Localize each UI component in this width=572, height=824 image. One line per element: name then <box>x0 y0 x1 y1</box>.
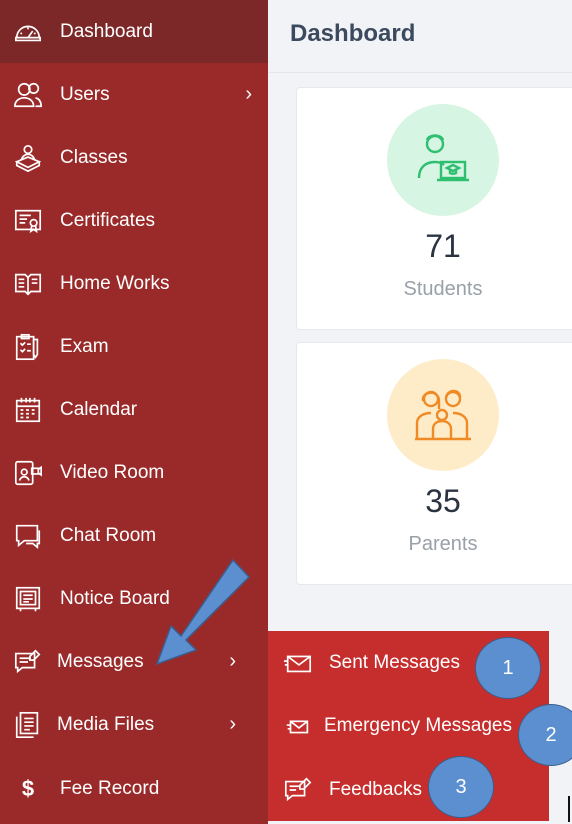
sidebar-item-home-works[interactable]: Home Works <box>0 252 268 315</box>
annotation-badge-3: 3 <box>428 756 494 818</box>
sidebar-item-dashboard[interactable]: Dashboard <box>0 0 268 63</box>
sidebar-item-exam[interactable]: Exam <box>0 315 268 378</box>
envelope-small-icon <box>282 710 314 742</box>
sidebar-item-label: Calendar <box>60 398 138 420</box>
sidebar-item-label: Users <box>60 83 110 105</box>
users-icon <box>12 79 44 111</box>
students-stat-card[interactable]: 71 Students <box>296 87 572 330</box>
students-label: Students <box>403 278 483 300</box>
submenu-item-emergency-messages[interactable]: Emergency Messages <box>268 694 549 757</box>
annotation-badge-1: 1 <box>475 637 541 699</box>
sidebar-item-label: Certificates <box>60 209 156 231</box>
sidebar-item-label: Notice Board <box>60 587 170 609</box>
parents-label: Parents <box>408 533 478 555</box>
parents-icon <box>387 359 499 471</box>
sidebar-item-label: Dashboard <box>60 20 153 42</box>
dollar-icon: $ <box>21 775 35 801</box>
dashboard-gauge-icon <box>12 16 44 48</box>
sidebar-item-label: Messages <box>57 650 144 672</box>
submenu-item-label: Sent Messages <box>329 651 460 673</box>
chat-icon <box>12 520 44 552</box>
submenu-item-label: Feedbacks <box>329 778 422 800</box>
sidebar-item-messages[interactable]: Messages › <box>0 630 268 693</box>
submenu-item-label: Emergency Messages <box>324 714 512 736</box>
student-icon <box>387 104 499 216</box>
video-room-icon <box>12 457 44 489</box>
chevron-right-icon: › <box>229 713 236 735</box>
header-divider <box>268 72 572 73</box>
media-files-icon <box>12 709 44 741</box>
sidebar-item-label: Fee Record <box>60 777 160 799</box>
envelope-icon <box>282 647 314 679</box>
certificate-icon <box>12 205 44 237</box>
sidebar-item-label: Classes <box>60 146 128 168</box>
parents-count: 35 <box>425 483 461 519</box>
calendar-icon <box>12 394 44 426</box>
sidebar-item-media-files[interactable]: Media Files › <box>0 693 268 756</box>
exam-clipboard-icon <box>12 331 44 363</box>
sidebar-item-notice-board[interactable]: Notice Board <box>0 567 268 630</box>
chevron-right-icon: › <box>245 83 252 105</box>
text-cursor <box>568 796 570 822</box>
parents-stat-card[interactable]: 35 Parents <box>296 342 572 585</box>
sidebar-item-video-room[interactable]: Video Room <box>0 441 268 504</box>
book-icon <box>12 268 44 300</box>
chevron-right-icon: › <box>229 650 236 672</box>
students-count: 71 <box>425 228 461 264</box>
sidebar-item-label: Chat Room <box>60 524 157 546</box>
sidebar-item-label: Media Files <box>57 713 155 735</box>
sidebar-item-fee-record[interactable]: $ Fee Record <box>0 757 268 820</box>
sidebar-item-chat-room[interactable]: Chat Room <box>0 504 268 567</box>
messages-icon <box>12 646 44 678</box>
sidebar-item-label: Exam <box>60 335 109 357</box>
sidebar-item-label: Home Works <box>60 272 170 294</box>
submenu-item-feedbacks[interactable]: Feedbacks <box>268 758 549 821</box>
classes-icon <box>12 142 44 174</box>
notice-board-icon <box>12 583 44 615</box>
sidebar-item-calendar[interactable]: Calendar <box>0 378 268 441</box>
sidebar-item-certificates[interactable]: Certificates <box>0 189 268 252</box>
sidebar: Dashboard Users › Classes Certificates H… <box>0 0 268 824</box>
feedback-icon <box>282 774 314 806</box>
sidebar-item-classes[interactable]: Classes <box>0 126 268 189</box>
sidebar-item-users[interactable]: Users › <box>0 63 268 126</box>
page-title: Dashboard <box>290 20 416 47</box>
sidebar-item-label: Video Room <box>60 461 165 483</box>
